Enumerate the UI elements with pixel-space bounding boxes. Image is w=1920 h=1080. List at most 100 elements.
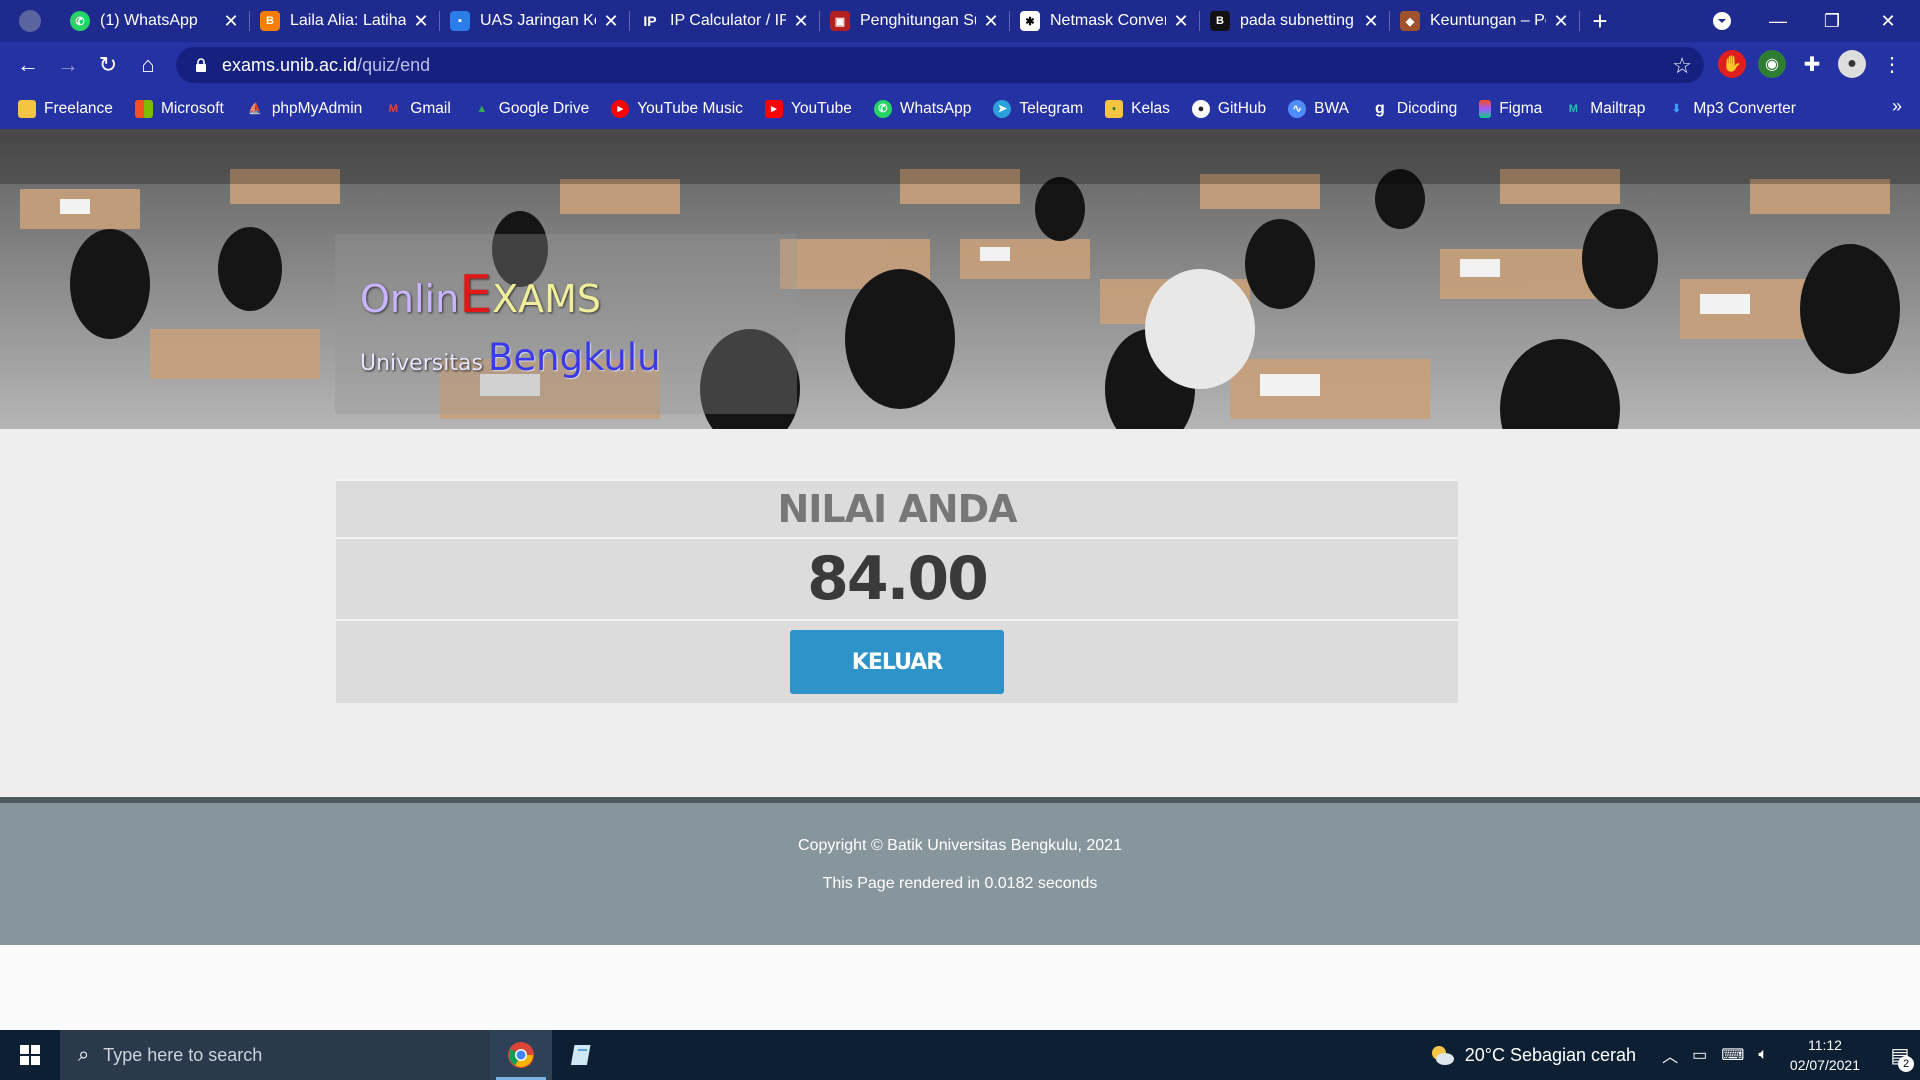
address-bar[interactable]: exams.unib.ac.id/quiz/end ☆ — [176, 47, 1704, 83]
browser-tab[interactable]: ▣ Penghitungan Su ✕ — [820, 0, 1010, 42]
tab-title: (1) WhatsApp — [100, 12, 198, 29]
bookmark-gmail[interactable]: M Gmail — [384, 99, 451, 118]
bookmark-phpmyadmin[interactable]: ⛵ phpMyAdmin — [246, 100, 362, 118]
close-tab-icon[interactable]: ✕ — [792, 12, 810, 30]
browser-tab[interactable]: B pada subnetting ✕ — [1200, 0, 1390, 42]
bookmark-figma[interactable]: Figma — [1479, 99, 1543, 118]
tab-search-dropdown-icon[interactable] — [1705, 0, 1739, 42]
whatsapp-icon: ✆ — [873, 99, 892, 118]
home-icon[interactable]: ⌂ — [128, 45, 168, 85]
taskbar-chrome[interactable] — [490, 1030, 552, 1080]
bookmark-freelance[interactable]: Freelance — [18, 99, 113, 118]
close-tab-icon[interactable]: ✕ — [1172, 12, 1190, 30]
start-button[interactable] — [0, 1030, 60, 1080]
extensions-puzzle-icon[interactable]: ✚ — [1798, 50, 1826, 78]
close-window-icon[interactable]: ✕ — [1866, 0, 1910, 42]
more-bookmarks-icon[interactable]: » — [1892, 96, 1902, 117]
bookmark-label: Figma — [1499, 99, 1543, 117]
b-icon: B — [1210, 11, 1230, 31]
bookmark-dicoding[interactable]: g Dicoding — [1371, 100, 1457, 118]
footer-copyright: Copyright © Batik Universitas Bengkulu, … — [798, 837, 1122, 854]
browser-tab[interactable]: ◆ Keuntungan – Pe ✕ — [1390, 0, 1580, 42]
bookmark-telegram[interactable]: ➤ Telegram — [993, 99, 1083, 118]
browser-tab[interactable]: ▪ UAS Jaringan Kom ✕ — [440, 0, 630, 42]
bookmark-microsoft[interactable]: Microsoft — [134, 99, 224, 118]
battery-icon[interactable]: ▭ — [1692, 1045, 1707, 1065]
site-logo[interactable]: OnlinEXAMS — [360, 269, 601, 321]
browser-tab[interactable]: B Laila Alia: Latihan ✕ — [250, 0, 440, 42]
browser-tab[interactable]: IP IP Calculator / IP ✕ — [630, 0, 820, 42]
dicoding-icon: g — [1375, 99, 1385, 117]
back-icon[interactable]: ← — [8, 45, 48, 85]
close-tab-icon[interactable]: ✕ — [1362, 12, 1380, 30]
bookmark-google-drive[interactable]: ▲ Google Drive — [473, 100, 589, 118]
taskbar-search[interactable]: ⌕ Type here to search — [60, 1030, 490, 1080]
browser-tab[interactable]: ✱ Netmask Conver ✕ — [1010, 0, 1200, 42]
bookmark-github[interactable]: ● GitHub — [1191, 99, 1266, 118]
ip-icon: IP — [643, 13, 657, 29]
bookmark-star-icon[interactable]: ☆ — [1672, 53, 1692, 79]
close-tab-icon[interactable]: ✕ — [602, 12, 620, 30]
folder-icon — [18, 99, 36, 118]
tab-title: UAS Jaringan Kom — [480, 12, 596, 29]
result-panel: NILAI ANDA 84.00 KELUAR — [336, 479, 1458, 703]
windows-logo-icon — [20, 1045, 40, 1065]
bookmark-mailtrap[interactable]: M Mailtrap — [1564, 100, 1646, 118]
chrome-icon — [508, 1042, 534, 1068]
close-tab-icon[interactable]: ✕ — [222, 12, 240, 30]
taskbar-app[interactable] — [552, 1030, 614, 1080]
extension-translate-icon[interactable]: ◉ — [1758, 50, 1786, 78]
chevron-up-icon[interactable]: ︿ — [1662, 1043, 1678, 1067]
weather-widget[interactable]: 20°C Sebagian cerah — [1429, 1044, 1636, 1066]
subtitle-bengkulu: Bengkulu — [488, 336, 661, 379]
bwa-icon: ∿ — [1288, 99, 1307, 118]
keluar-button[interactable]: KELUAR — [790, 630, 1004, 694]
tab-title: pada subnetting — [1240, 12, 1354, 29]
minimize-icon[interactable]: — — [1756, 0, 1800, 42]
browser-toolbar: ← → ↻ ⌂ exams.unib.ac.id/quiz/end ☆ — [0, 42, 1920, 88]
maximize-icon[interactable]: ❐ — [1810, 0, 1854, 42]
system-tray: 20°C Sebagian cerah ︿ ▭ ⌨ 🔈︎ 11:12 02/07… — [1429, 1030, 1920, 1080]
tab-search-button[interactable] — [0, 0, 60, 42]
new-tab-button[interactable]: + — [1580, 0, 1620, 42]
header-banner: OnlinEXAMS Universitas Bengkulu — [0, 129, 1920, 429]
logo-text-xams: XAMS — [492, 277, 601, 321]
browser-tab-bar: ✆ (1) WhatsApp ✕ B Laila Alia: Latihan ✕… — [0, 0, 1920, 42]
menu-kebab-icon[interactable]: ⋮ — [1878, 50, 1906, 78]
taskbar-clock[interactable]: 11:12 02/07/2021 — [1790, 1035, 1860, 1075]
site-icon: ◆ — [1400, 11, 1420, 31]
network-icon[interactable]: ⌨ — [1721, 1045, 1744, 1065]
reload-icon[interactable]: ↻ — [88, 45, 128, 85]
score-value: 84.00 — [336, 539, 1458, 621]
bookmark-label: Gmail — [410, 99, 451, 117]
drive-icon: ▲ — [476, 102, 488, 115]
browser-tab[interactable]: ✆ (1) WhatsApp ✕ — [60, 0, 250, 42]
extension-adblock-icon[interactable]: ✋ — [1718, 50, 1746, 78]
close-tab-icon[interactable]: ✕ — [1552, 12, 1570, 30]
volume-icon[interactable]: 🔈︎ — [1758, 1046, 1768, 1064]
bookmark-youtube[interactable]: ▸ YouTube — [764, 99, 852, 118]
youtube-music-icon: ▸ — [611, 99, 630, 118]
close-tab-icon[interactable]: ✕ — [982, 12, 1000, 30]
bookmark-youtube-music[interactable]: ▸ YouTube Music — [611, 99, 743, 118]
tab-search-icon — [19, 10, 41, 32]
telegram-icon: ➤ — [993, 99, 1012, 118]
forward-icon[interactable]: → — [48, 45, 88, 85]
lock-icon — [196, 58, 206, 72]
bookmark-label: YouTube — [790, 99, 852, 117]
youtube-icon: ▸ — [764, 99, 783, 118]
blogger-icon: B — [260, 11, 280, 31]
bookmark-kelas[interactable]: ▪ Kelas — [1105, 99, 1170, 118]
notification-center-button[interactable]: ▤ 2 — [1880, 1030, 1920, 1080]
bookmark-label: WhatsApp — [899, 99, 972, 117]
close-tab-icon[interactable]: ✕ — [412, 12, 430, 30]
weather-icon — [1431, 1046, 1454, 1065]
url-path: /quiz/end — [357, 54, 431, 75]
bookmark-whatsapp[interactable]: ✆ WhatsApp — [873, 99, 972, 118]
profile-avatar[interactable]: ● — [1838, 50, 1866, 78]
bookmark-label: Kelas — [1131, 99, 1170, 117]
bookmark-mp3-converter[interactable]: ⬇ Mp3 Converter — [1667, 100, 1796, 118]
bookmark-bwa[interactable]: ∿ BWA — [1288, 99, 1349, 118]
clock-time: 11:12 — [1807, 1037, 1842, 1053]
mailtrap-icon: M — [1568, 102, 1578, 115]
